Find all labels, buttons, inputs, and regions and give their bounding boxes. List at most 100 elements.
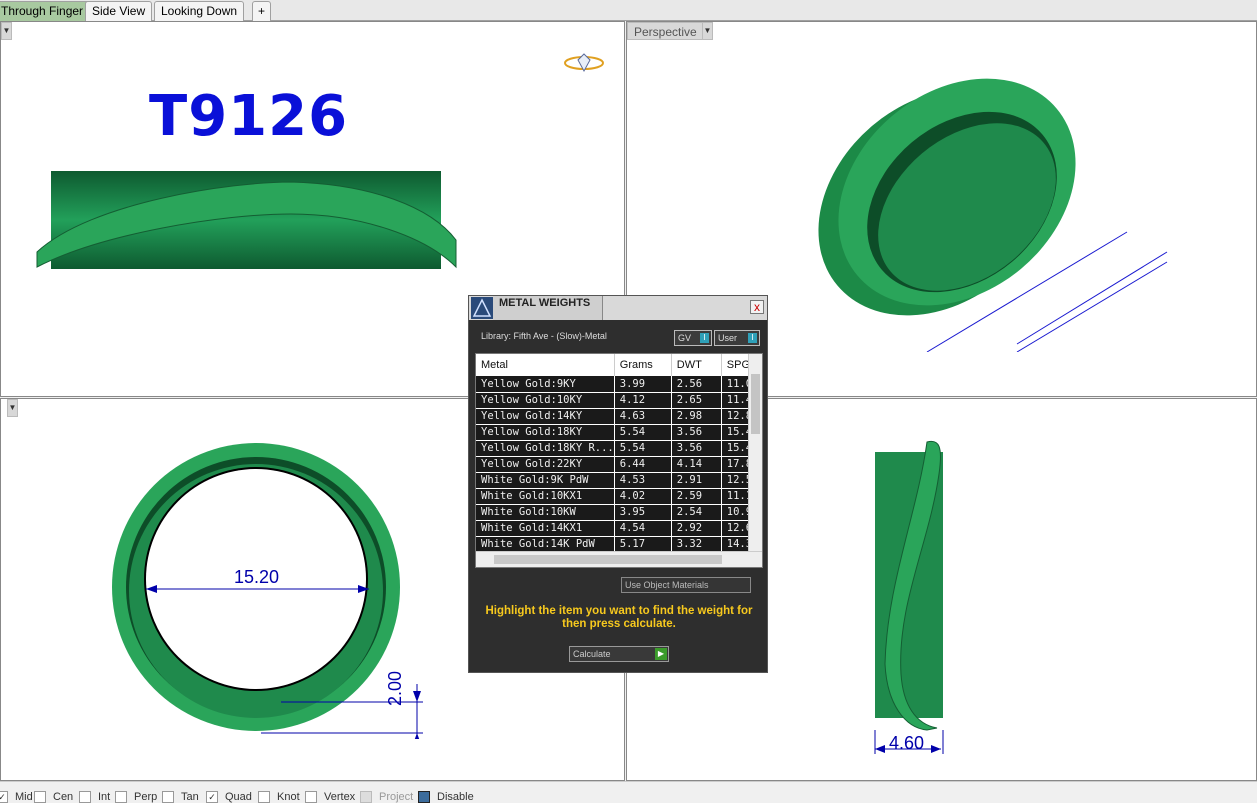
osnap-knot[interactable]: Knot	[258, 791, 300, 803]
calculate-button[interactable]: Calculate ▶	[569, 646, 669, 662]
scrollbar-thumb[interactable]	[751, 374, 760, 434]
user-toggle-label: User	[718, 333, 738, 343]
metal-weights-dialog: METAL WEIGHTS x Library: Fifth Ave - (Sl…	[468, 295, 768, 673]
osnap-perp[interactable]: Perp	[115, 791, 157, 803]
viewport-menu-dropdown[interactable]: ▼	[7, 399, 18, 417]
column-header-dwt[interactable]: DWT	[671, 354, 722, 376]
dwt-cell: 3.56	[671, 424, 722, 441]
osnap-vertex[interactable]: Vertex	[305, 791, 355, 803]
dwt-cell: 2.65	[671, 392, 722, 409]
use-object-materials-toggle[interactable]: Use Object Materials	[621, 577, 751, 593]
toggle-knob-icon: I	[700, 333, 709, 343]
osnap-label: Vertex	[324, 791, 356, 803]
table-row[interactable]: Yellow Gold:18KY R... 5.54 3.56 15.41	[476, 440, 760, 457]
osnap-mid[interactable]: ✓ Mid	[0, 791, 33, 803]
table-row[interactable]: White Gold:9K PdW 4.53 2.91 12.59	[476, 472, 760, 489]
dwt-cell: 4.14	[671, 456, 722, 473]
dialog-header[interactable]: METAL WEIGHTS x	[469, 296, 767, 320]
dwt-cell: 2.98	[671, 408, 722, 425]
checkbox-icon	[115, 791, 127, 803]
table-row[interactable]: White Gold:10KW 3.95 2.54 10.99	[476, 504, 760, 521]
checkbox-icon	[162, 791, 174, 803]
table-row[interactable]: Yellow Gold:18KY 5.54 3.56 15.41	[476, 424, 760, 441]
osnap-label: Mid	[15, 791, 33, 803]
dwt-cell: 2.91	[671, 472, 722, 489]
column-header-grams[interactable]: Grams	[614, 354, 672, 376]
dwt-cell: 2.56	[671, 376, 722, 393]
grams-cell: 3.99	[614, 376, 672, 393]
osnap-label: Int	[98, 791, 111, 803]
grams-cell: 5.17	[614, 536, 672, 553]
tab-looking-down[interactable]: Looking Down	[154, 1, 245, 21]
metal-cell: Yellow Gold:18KY	[476, 424, 615, 441]
osnap-project[interactable]: Project	[360, 791, 413, 803]
osnap-cen[interactable]: Cen	[34, 791, 73, 803]
viewport-label-perspective[interactable]: Perspective	[627, 22, 704, 40]
gem-ring-icon	[564, 53, 604, 73]
viewport-menu-dropdown[interactable]: ▼	[1, 22, 12, 40]
osnap-label: Project	[379, 791, 414, 803]
osnap-label: Disable	[437, 791, 474, 803]
table-header-row: Metal Grams DWT SPG	[476, 354, 760, 376]
gv-toggle-label: GV	[678, 333, 692, 343]
osnap-quad[interactable]: ✓ Quad	[206, 791, 252, 803]
osnap-int[interactable]: Int	[79, 791, 110, 803]
column-header-metal[interactable]: Metal	[476, 354, 615, 376]
metal-cell: Yellow Gold:18KY R...	[476, 440, 615, 457]
table-horizontal-scrollbar[interactable]	[476, 551, 762, 567]
ring-perspective-render	[818, 78, 1168, 352]
dwt-cell: 2.54	[671, 504, 722, 521]
tab-side-view[interactable]: Side View	[85, 1, 153, 21]
metal-cell: Yellow Gold:14KY	[476, 408, 615, 425]
metal-cell: White Gold:14K PdW	[476, 536, 615, 553]
table-row[interactable]: Yellow Gold:9KY 3.99 2.56 11.08	[476, 376, 760, 393]
metal-cell: White Gold:9K PdW	[476, 472, 615, 489]
gv-toggle[interactable]: GV I	[674, 330, 712, 346]
thickness-dimension: 2.00	[385, 670, 405, 706]
table-vertical-scrollbar[interactable]	[748, 354, 762, 551]
close-icon[interactable]: x	[750, 300, 764, 314]
library-label: Library: Fifth Ave - (Slow)-Metal	[481, 331, 607, 341]
osnap-tan[interactable]: Tan	[162, 791, 199, 803]
calculate-label: Calculate	[573, 649, 611, 659]
checkbox-checked-icon: ✓	[0, 791, 8, 803]
ring-side-profile-render	[874, 440, 944, 754]
dwt-cell: 3.32	[671, 536, 722, 553]
table-row[interactable]: White Gold:10KX1 4.02 2.59 11.18	[476, 488, 760, 505]
metal-cell: Yellow Gold:10KY	[476, 392, 615, 409]
grams-cell: 5.54	[614, 440, 672, 457]
viewport-menu-dropdown[interactable]: ▼	[702, 22, 713, 40]
dwt-cell: 2.92	[671, 520, 722, 537]
add-tab-button[interactable]: +	[252, 1, 272, 21]
checkbox-icon	[79, 791, 91, 803]
checkbox-icon	[305, 791, 317, 803]
view-tab-bar: Through Finger Side View Looking Down +	[0, 0, 1257, 21]
ring-model-title: T9126	[149, 84, 349, 149]
osnap-label: Perp	[134, 791, 158, 803]
grams-cell: 4.54	[614, 520, 672, 537]
checkbox-icon	[360, 791, 372, 803]
grams-cell: 4.02	[614, 488, 672, 505]
instruction-message: Highlight the item you want to find the …	[485, 605, 753, 630]
metal-cell: Yellow Gold:9KY	[476, 376, 615, 393]
scrollbar-thumb[interactable]	[494, 555, 722, 564]
use-object-materials-label: Use Object Materials	[625, 580, 709, 590]
osnap-label: Cen	[53, 791, 74, 803]
table-row[interactable]: Yellow Gold:22KY 6.44 4.14 17.89	[476, 456, 760, 473]
table-row[interactable]: Yellow Gold:14KY 4.63 2.98 12.88	[476, 408, 760, 425]
tab-through-finger[interactable]: Through Finger	[0, 1, 91, 21]
metal-weights-table[interactable]: Metal Grams DWT SPG Yellow Gold:9KY 3.99 2…	[475, 353, 763, 568]
checkbox-icon	[418, 791, 430, 803]
metal-cell: White Gold:14KX1	[476, 520, 615, 537]
osnap-label: Tan	[181, 791, 199, 803]
inner-diameter-dimension: 15.20	[234, 567, 280, 587]
dialog-title: METAL WEIGHTS	[493, 296, 603, 320]
user-toggle[interactable]: User I	[714, 330, 760, 346]
checkbox-checked-icon: ✓	[206, 791, 218, 803]
table-row[interactable]: Yellow Gold:10KY 4.12 2.65 11.45	[476, 392, 760, 409]
checkbox-icon	[258, 791, 270, 803]
osnap-disable[interactable]: Disable	[418, 791, 474, 803]
table-row[interactable]: White Gold:14K PdW 5.17 3.32 14.37	[476, 536, 760, 553]
table-row[interactable]: White Gold:14KX1 4.54 2.92 12.62	[476, 520, 760, 537]
grams-cell: 4.53	[614, 472, 672, 489]
